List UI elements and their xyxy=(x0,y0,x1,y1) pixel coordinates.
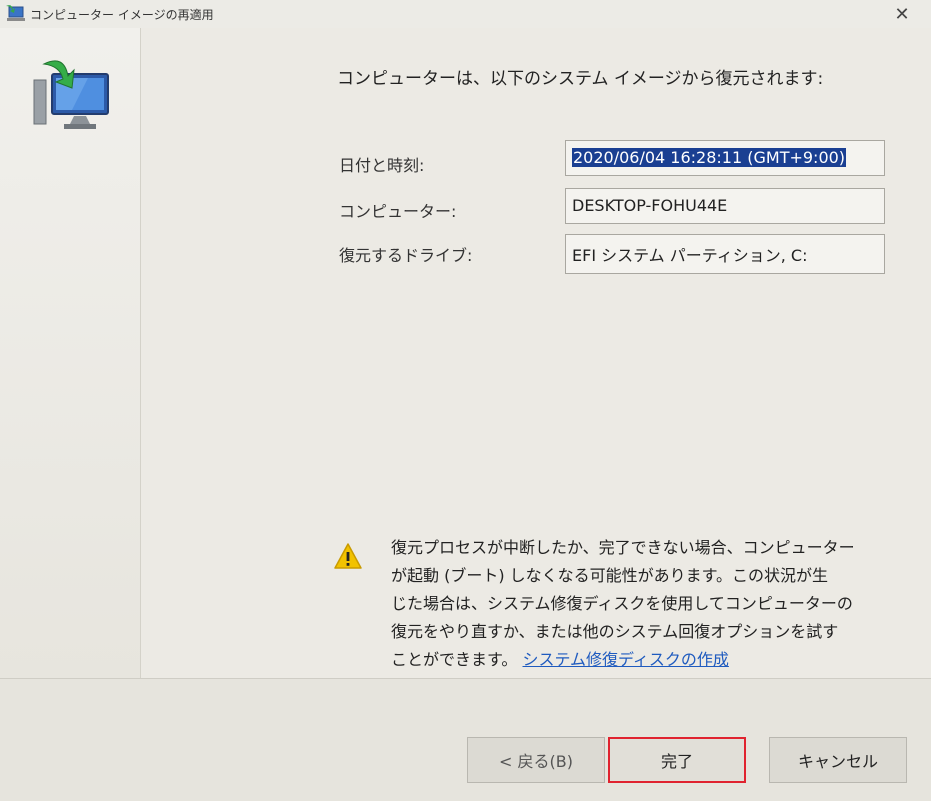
create-repair-disc-link[interactable]: システム修復ディスクの作成 xyxy=(523,650,729,669)
close-button[interactable]: ✕ xyxy=(879,2,925,26)
date-time-value: 2020/06/04 16:28:11 (GMT+9:00) xyxy=(572,148,847,167)
close-icon: ✕ xyxy=(894,3,910,25)
warning-icon xyxy=(334,543,362,569)
button-bar: < 戻る(B) 完了 キャンセル xyxy=(0,678,931,801)
left-panel xyxy=(0,28,141,678)
restore-drive-value: EFI システム パーティション, C: xyxy=(572,246,808,265)
restore-drive-label: 復元するドライブ: xyxy=(339,246,473,265)
warning-line: ことができます。 xyxy=(391,650,518,669)
restore-drive-field[interactable]: EFI システム パーティション, C: xyxy=(565,234,885,274)
back-button[interactable]: < 戻る(B) xyxy=(467,737,605,783)
cancel-button[interactable]: キャンセル xyxy=(769,737,907,783)
date-time-field[interactable]: 2020/06/04 16:28:11 (GMT+9:00) xyxy=(565,140,885,176)
warning-line: が起動 (ブート) しなくなる可能性があります。この状況が生 xyxy=(391,566,829,585)
title-bar: コンピューター イメージの再適用 ✕ xyxy=(0,0,931,29)
restore-computer-icon xyxy=(33,60,109,129)
computer-field[interactable]: DESKTOP-FOHU44E xyxy=(565,188,885,224)
warning-line: 復元をやり直すか、または他のシステム回復オプションを試す xyxy=(391,622,839,641)
finish-button[interactable]: 完了 xyxy=(608,737,746,783)
computer-label: コンピューター: xyxy=(339,202,457,221)
date-time-label: 日付と時刻: xyxy=(339,156,425,175)
restore-app-icon xyxy=(6,5,25,21)
computer-value: DESKTOP-FOHU44E xyxy=(572,196,728,215)
warning-text: 復元プロセスが中断したか、完了できない場合、コンピューター が起動 (ブート) … xyxy=(391,534,901,674)
main-content: コンピューターは、以下のシステム イメージから復元されます: 日付と時刻: 20… xyxy=(141,28,931,678)
warning-line-last: ことができます。 システム修復ディスクの作成 xyxy=(391,646,901,674)
window-title: コンピューター イメージの再適用 xyxy=(30,8,214,22)
warning-line: じた場合は、システム修復ディスクを使用してコンピューターの xyxy=(391,594,853,613)
page-heading: コンピューターは、以下のシステム イメージから復元されます: xyxy=(337,69,824,89)
warning-line: 復元プロセスが中断したか、完了できない場合、コンピューター xyxy=(391,538,855,557)
